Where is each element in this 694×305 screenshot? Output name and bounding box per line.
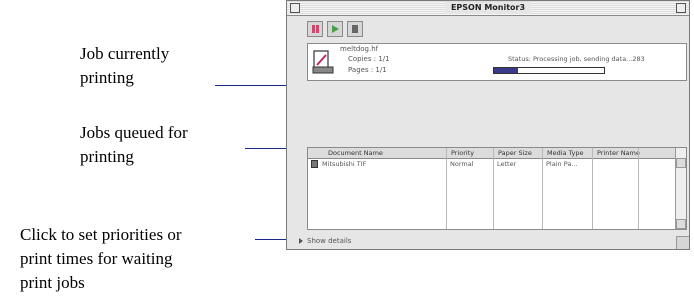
column-header-priority[interactable]: Priority xyxy=(451,148,474,158)
title-bar[interactable]: EPSON Monitor3 xyxy=(287,1,689,16)
callout-text: printing xyxy=(80,68,134,87)
pause-button[interactable] xyxy=(307,21,323,37)
callout-text: Jobs queued for xyxy=(80,123,188,142)
progress-bar-fill xyxy=(494,68,519,73)
vertical-scrollbar[interactable] xyxy=(675,148,686,229)
pages-count: Pages : 1/1 xyxy=(348,66,387,74)
column-header-printer-name[interactable]: Printer Name xyxy=(597,148,640,158)
callout-text: printing xyxy=(80,147,134,166)
cell-priority: Normal xyxy=(450,160,474,168)
callout-text: print times for waiting xyxy=(20,249,173,268)
show-details-toggle[interactable]: Show details xyxy=(299,237,351,245)
copies-count: Copies : 1/1 xyxy=(348,55,390,63)
show-details-label: Show details xyxy=(307,237,352,245)
printer-document-icon xyxy=(312,50,334,74)
progress-bar xyxy=(493,67,605,74)
scroll-up-arrow-icon[interactable] xyxy=(676,158,686,168)
document-icon xyxy=(311,160,318,168)
cell-media-type: Plain Pa... xyxy=(546,160,578,168)
resize-handle-icon[interactable] xyxy=(676,236,689,249)
close-box-icon[interactable] xyxy=(290,3,300,13)
cell-document-name: Mitsubishi TIF xyxy=(322,160,367,168)
resume-button[interactable] xyxy=(327,21,343,37)
cell-paper-size: Letter xyxy=(497,160,517,168)
callout-queued-jobs: Jobs queued for printing xyxy=(80,121,188,169)
current-job-panel: meltdog.hf Copies : 1/1 Pages : 1/1 Stat… xyxy=(307,43,687,81)
table-row[interactable]: Mitsubishi TIF Normal Letter Plain Pa... xyxy=(308,159,676,169)
callout-details: Click to set priorities or print times f… xyxy=(20,223,181,295)
column-header-document-name[interactable]: Document Name xyxy=(328,148,383,158)
window-title: EPSON Monitor3 xyxy=(444,2,532,14)
column-header-paper-size[interactable]: Paper Size xyxy=(498,148,532,158)
scroll-down-arrow-icon[interactable] xyxy=(676,219,686,229)
callout-text: print jobs xyxy=(20,273,85,292)
callout-text: Job currently xyxy=(80,44,170,63)
disclosure-triangle-icon[interactable] xyxy=(299,238,303,244)
queue-header: Document Name Priority Paper Size Media … xyxy=(308,148,686,159)
column-header-media-type[interactable]: Media Type xyxy=(547,148,584,158)
monitor-window: EPSON Monitor3 meltdog.hf Copies : 1/1 P… xyxy=(286,0,690,250)
zoom-box-icon[interactable] xyxy=(676,3,686,13)
callout-current-job: Job currently printing xyxy=(80,42,169,90)
callout-text: Click to set priorities or xyxy=(20,225,182,244)
job-name: meltdog.hf xyxy=(340,45,379,53)
job-status-text: Status: Processing job, sending data...2… xyxy=(508,55,645,63)
job-queue-list[interactable]: Document Name Priority Paper Size Media … xyxy=(307,147,687,230)
delete-job-button[interactable] xyxy=(347,21,363,37)
